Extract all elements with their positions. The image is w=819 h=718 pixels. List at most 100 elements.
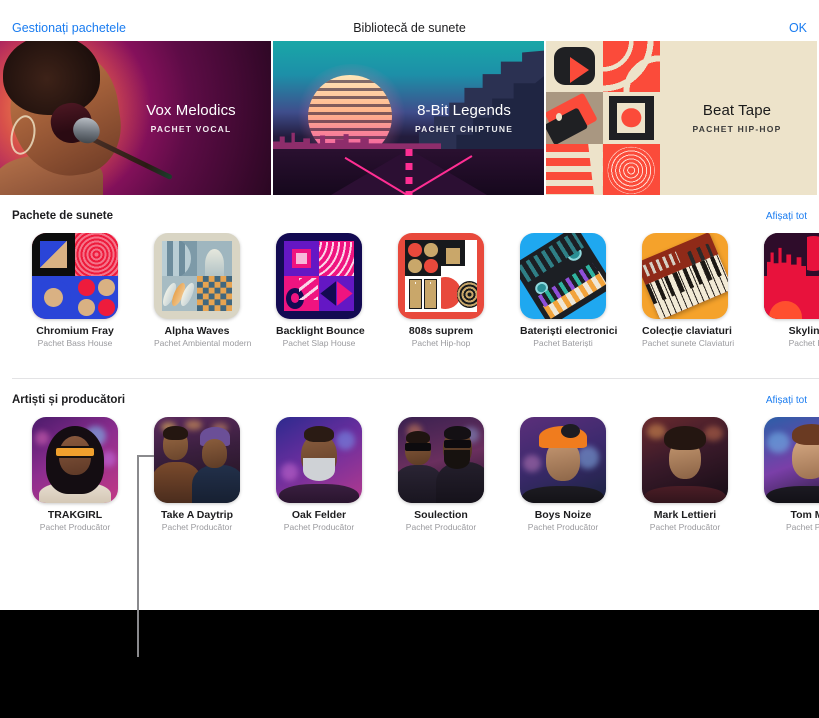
sound-pack-artwork-alpha-waves[interactable] — [154, 233, 240, 319]
artist-tile[interactable]: Take A Daytrip Pachet Producător — [154, 417, 240, 533]
sound-packs-row[interactable]: Chromium Fray Pachet Bass House Alpha Wa… — [0, 233, 819, 349]
photo-body-right — [191, 465, 240, 503]
sound-pack-subtitle: Pachet Bateriști — [533, 338, 593, 349]
art-quadrant-bl — [32, 276, 75, 319]
artist-tile[interactable]: Tom M Pachet Pro — [764, 417, 819, 533]
banner-text-block: 8-Bit Legends PACHET CHIPTUNE — [384, 102, 544, 134]
art-quadrant-br — [807, 276, 819, 319]
artist-photo — [276, 417, 362, 503]
sound-pack-artwork-colectie-claviaturi[interactable] — [642, 233, 728, 319]
sound-pack-artwork-chromium-fray[interactable] — [32, 233, 118, 319]
knob-icon — [564, 243, 584, 263]
art-quadrant-br — [319, 276, 354, 311]
drum-pad-grid — [408, 243, 438, 273]
sound-pack-tile[interactable]: Alpha Waves Pachet Ambiental modern — [154, 233, 252, 349]
art-quadrant-tl — [32, 233, 75, 276]
sound-pack-subtitle: Pachet sunete Claviaturi — [642, 338, 735, 349]
collage-cell-vinyl — [602, 143, 660, 195]
artist-tile[interactable]: Mark Lettieri Pachet Producător — [642, 417, 728, 533]
sound-pack-tile[interactable]: 808s suprem Pachet Hip-hop — [398, 233, 484, 349]
photo-hair — [791, 423, 819, 445]
geometric-collage — [546, 41, 660, 195]
collage-cell-record-dot — [602, 92, 660, 144]
artist-photo — [154, 417, 240, 503]
artist-name: Take A Daytrip — [161, 509, 233, 521]
sound-pack-name: Bateriști electronici — [520, 325, 618, 337]
banner-text-block: Vox Melodics PACHET VOCAL — [111, 102, 271, 134]
sound-pack-artwork-skyline[interactable] — [764, 233, 819, 319]
waveform-bars — [546, 143, 603, 195]
collage-cell-arcs — [602, 41, 660, 93]
art-quadrant-tl — [405, 240, 441, 276]
photo-body — [279, 484, 359, 503]
artist-tile[interactable]: Soulection Pachet Producător — [398, 417, 484, 533]
art-inner — [405, 240, 477, 312]
page-title: Bibliotecă de sunete — [353, 21, 466, 35]
sound-library-sheet: Gestionați pachetele Bibliotecă de sunet… — [0, 0, 819, 610]
sound-pack-name: Backlight Bounce — [276, 325, 365, 337]
artist-name: Boys Noize — [534, 509, 592, 521]
sound-pack-tile[interactable]: Skyline Pachet Hi — [764, 233, 819, 349]
eyeglasses-icon — [443, 440, 472, 448]
art-quadrant-tr — [441, 240, 477, 276]
photo-hair-left — [405, 430, 430, 444]
sound-pack-tile[interactable]: Colecție claviaturi Pachet sunete Clavia… — [642, 233, 735, 349]
sound-pack-subtitle: Pachet Ambiental modern — [154, 338, 252, 349]
artist-subtitle: Pachet Producător — [527, 522, 599, 533]
artist-name: Tom M — [790, 509, 819, 521]
photo-face-right — [202, 439, 228, 468]
art-quadrant-br — [197, 276, 232, 311]
artists-row[interactable]: TRAKGIRL Pachet Producător Take A Daytri… — [0, 417, 819, 533]
artist-name: TRAKGIRL — [47, 509, 103, 521]
sound-pack-artwork-808s-suprem[interactable] — [398, 233, 484, 319]
featured-banner-8bit-legends[interactable]: 8-Bit Legends PACHET CHIPTUNE — [273, 41, 544, 195]
annotation-leader-line-horizontal — [137, 455, 154, 457]
banner-subtitle: PACHET VOCAL — [150, 123, 232, 134]
sound-pack-subtitle: Pachet Hi — [788, 338, 819, 349]
banner-title: Vox Melodics — [146, 102, 236, 120]
cap-button — [561, 423, 581, 438]
app-root: Gestionați pachetele Bibliotecă de sunet… — [0, 0, 819, 718]
play-button-icon — [553, 47, 595, 86]
section-title: Pachete de sunete — [12, 210, 113, 222]
collage-cell-play — [546, 41, 603, 93]
sound-pack-tile[interactable]: Chromium Fray Pachet Bass House — [32, 233, 118, 349]
artist-artwork-tom-m[interactable] — [764, 417, 819, 503]
banner-subtitle: PACHET CHIPTUNE — [414, 123, 514, 134]
banner-title: 8-Bit Legends — [417, 102, 511, 120]
artist-artwork-trakgirl[interactable] — [32, 417, 118, 503]
artist-artwork-boys-noize[interactable] — [520, 417, 606, 503]
artist-artwork-soulection[interactable] — [398, 417, 484, 503]
photo-hair — [664, 425, 706, 450]
artist-subtitle: Pachet Producător — [649, 522, 721, 533]
artist-tile[interactable]: Oak Felder Pachet Producător — [276, 417, 362, 533]
featured-banner-vox-melodics[interactable]: Vox Melodics PACHET VOCAL — [0, 41, 271, 195]
artist-name: Mark Lettieri — [653, 509, 717, 521]
artist-artwork-take-a-daytrip[interactable] — [154, 417, 240, 503]
eyeglasses-icon — [56, 447, 94, 456]
artist-subtitle: Pachet Producător — [405, 522, 477, 533]
sound-pack-tile[interactable]: Bateriști electronici Pachet Bateriști — [520, 233, 618, 349]
show-all-sound-packs-link[interactable]: Afișați tot — [766, 212, 807, 222]
artist-photo — [32, 417, 118, 503]
photo-hair-left — [163, 426, 188, 441]
featured-banner-beat-tape[interactable]: Beat Tape PACHET HIP-HOP — [546, 41, 817, 195]
artist-photo — [764, 417, 819, 503]
sound-pack-tile[interactable]: Backlight Bounce Pachet Slap House — [276, 233, 365, 349]
art-inner — [284, 241, 354, 311]
show-all-artists-link[interactable]: Afișați tot — [766, 396, 807, 406]
art-quadrant-bl — [284, 276, 319, 311]
fader-pair — [409, 278, 437, 310]
artist-artwork-mark-lettieri[interactable] — [642, 417, 728, 503]
photo-body — [643, 485, 727, 503]
artist-artwork-oak-felder[interactable] — [276, 417, 362, 503]
art-quadrant-br — [441, 276, 477, 312]
sound-pack-artwork-backlight-bounce[interactable] — [276, 233, 362, 319]
ok-button[interactable]: OK — [789, 22, 807, 35]
artist-subtitle: Pachet Pro — [785, 522, 819, 533]
artist-tile[interactable]: Boys Noize Pachet Producător — [520, 417, 606, 533]
photo-hair-right — [443, 426, 472, 441]
sound-pack-artwork-bateristi-electronici[interactable] — [520, 233, 606, 319]
artist-photo — [642, 417, 728, 503]
artist-tile[interactable]: TRAKGIRL Pachet Producător — [32, 417, 118, 533]
